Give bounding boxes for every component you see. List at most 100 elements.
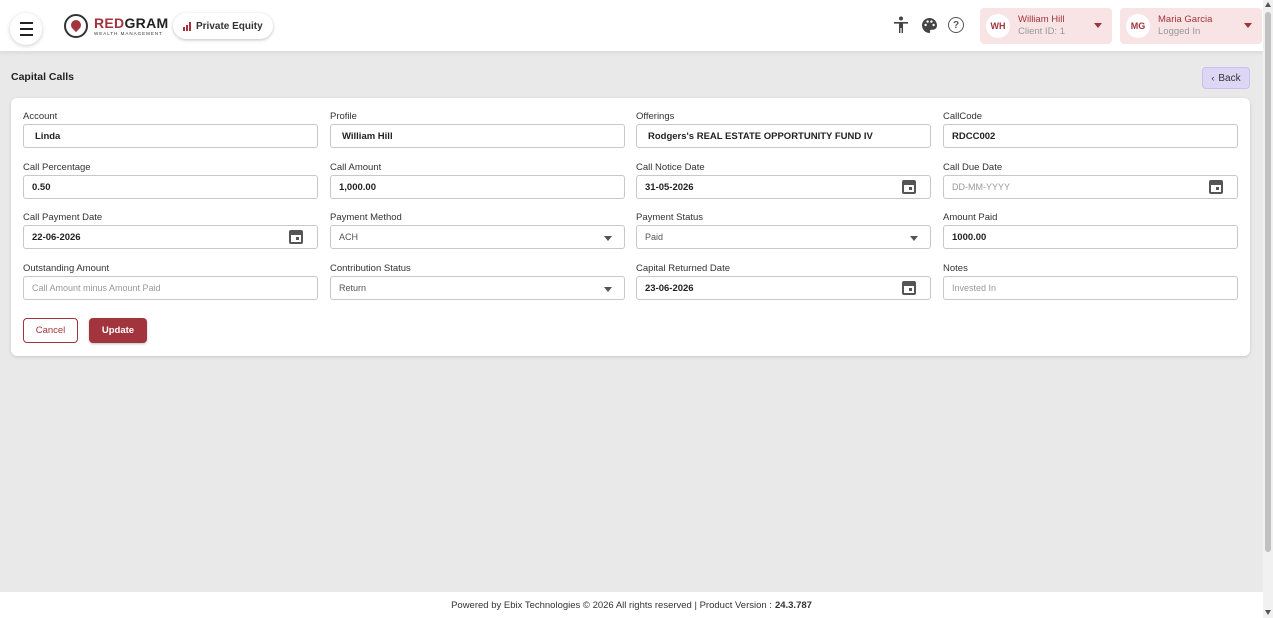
account-value: Linda	[35, 130, 61, 142]
offerings-input[interactable]: Rodgers's REAL ESTATE OPPORTUNITY FUND I…	[636, 124, 931, 148]
contribution-status-field: Contribution Status Return	[330, 262, 625, 300]
menu-button[interactable]	[10, 13, 42, 45]
offerings-field: Offerings Rodgers's REAL ESTATE OPPORTUN…	[636, 110, 931, 148]
product-version: 24.3.787	[774, 599, 812, 611]
help-icon[interactable]: ?	[946, 15, 966, 35]
account-label: Account	[23, 111, 58, 122]
call-amount-input[interactable]: 1,000.00	[330, 175, 625, 199]
cancel-button[interactable]: Cancel	[23, 318, 78, 343]
scroll-up-arrow-icon[interactable]	[1265, 2, 1271, 7]
calendar-icon[interactable]	[289, 230, 303, 244]
profile-value: William Hill	[342, 130, 393, 142]
account-field: Account Linda	[23, 110, 318, 148]
call-notice-date-value: 31-05-2026	[645, 181, 694, 193]
accessibility-icon[interactable]	[891, 15, 911, 35]
payment-method-value: ACH	[339, 232, 359, 242]
callcode-input[interactable]: RDCC002	[943, 124, 1238, 148]
logo-main-dark: GRAM	[124, 14, 169, 31]
caret-down-icon	[604, 236, 612, 241]
chevron-left-icon: ‹	[1211, 73, 1215, 83]
calendar-icon[interactable]	[1209, 180, 1223, 194]
callcode-field: CallCode RDCC002	[943, 110, 1238, 148]
top-header: REDGRAM WEALTH MANAGEMENT Private Equity…	[0, 0, 1263, 52]
call-due-date-label: Call Due Date	[943, 162, 1003, 173]
call-notice-date-label: Call Notice Date	[636, 162, 705, 173]
scrollbar-thumb[interactable]	[1265, 12, 1271, 552]
back-button[interactable]: ‹ Back	[1202, 67, 1250, 89]
notes-placeholder: Invested In	[952, 283, 997, 293]
payment-method-label: Payment Method	[330, 212, 402, 223]
contribution-status-select[interactable]: Return	[330, 276, 625, 300]
capital-call-form: Account Linda Profile William Hill Offer…	[11, 98, 1250, 356]
vertical-scrollbar[interactable]	[1263, 0, 1273, 618]
account-input[interactable]: Linda	[23, 124, 318, 148]
client-id: Client ID: 1	[1018, 26, 1065, 37]
capital-returned-date-field: Capital Returned Date 23-06-2026	[636, 262, 931, 300]
call-due-date-placeholder: DD-MM-YYYY	[952, 182, 1010, 192]
capital-returned-date-input[interactable]: 23-06-2026	[636, 276, 931, 300]
call-amount-field: Call Amount 1,000.00	[330, 161, 625, 199]
user-name: Maria Garcia	[1158, 14, 1213, 26]
payment-status-field: Payment Status Paid	[636, 211, 931, 249]
footer-text: Powered by Ebix Technologies © 2026 All …	[451, 599, 772, 611]
profile-field: Profile William Hill	[330, 110, 625, 148]
call-percentage-input[interactable]: 0.50	[23, 175, 318, 199]
contribution-status-label: Contribution Status	[330, 263, 411, 274]
logo-subtitle: WEALTH MANAGEMENT	[94, 30, 163, 36]
calendar-icon[interactable]	[902, 180, 916, 194]
scroll-down-arrow-icon[interactable]	[1265, 610, 1271, 615]
call-amount-label: Call Amount	[330, 162, 382, 173]
client-name: William Hill	[1018, 14, 1065, 26]
client-avatar: WH	[986, 14, 1010, 38]
call-percentage-field: Call Percentage 0.50	[23, 161, 318, 199]
contribution-status-value: Return	[339, 283, 367, 293]
brand-logo[interactable]: REDGRAM WEALTH MANAGEMENT	[64, 12, 168, 40]
call-payment-date-field: Call Payment Date 22-06-2026	[23, 211, 318, 249]
calendar-icon[interactable]	[902, 281, 916, 295]
palette-icon[interactable]	[919, 15, 939, 35]
notes-field: Notes Invested In	[943, 262, 1238, 300]
caret-down-icon	[1244, 23, 1252, 28]
module-switcher[interactable]: Private Equity	[173, 13, 273, 39]
call-notice-date-field: Call Notice Date 31-05-2026	[636, 161, 931, 199]
notes-input[interactable]: Invested In	[943, 276, 1238, 300]
call-notice-date-input[interactable]: 31-05-2026	[636, 175, 931, 199]
caret-down-icon	[1094, 23, 1102, 28]
outstanding-amount-field: Outstanding Amount Call Amount minus Amo…	[23, 262, 318, 300]
user-status: Logged In	[1158, 26, 1201, 37]
user-menu[interactable]: MG Maria Garcia Logged In	[1120, 8, 1262, 44]
call-percentage-label: Call Percentage	[23, 162, 91, 173]
module-label: Private Equity	[196, 20, 263, 32]
amount-paid-value: 1000.00	[952, 231, 987, 243]
capital-returned-date-label: Capital Returned Date	[636, 263, 730, 274]
payment-method-select[interactable]: ACH	[330, 225, 625, 249]
bar-chart-icon	[183, 21, 191, 31]
payment-method-field: Payment Method ACH	[330, 211, 625, 249]
amount-paid-label: Amount Paid	[943, 212, 998, 223]
page-title: Capital Calls	[11, 71, 75, 83]
back-label: Back	[1218, 72, 1241, 84]
payment-status-value: Paid	[645, 232, 664, 242]
call-amount-value: 1,000.00	[339, 181, 376, 193]
call-due-date-input[interactable]: DD-MM-YYYY	[943, 175, 1238, 199]
offerings-label: Offerings	[636, 111, 675, 122]
profile-input[interactable]: William Hill	[330, 124, 625, 148]
call-due-date-field: Call Due Date DD-MM-YYYY	[943, 161, 1238, 199]
amount-paid-input[interactable]: 1000.00	[943, 225, 1238, 249]
call-payment-date-value: 22-06-2026	[32, 231, 81, 243]
footer: Powered by Ebix Technologies © 2026 All …	[0, 592, 1263, 618]
caret-down-icon	[604, 287, 612, 292]
callcode-value: RDCC002	[952, 130, 996, 142]
caret-down-icon	[910, 236, 918, 241]
callcode-label: CallCode	[943, 111, 983, 122]
outstanding-amount-input[interactable]: Call Amount minus Amount Paid	[23, 276, 318, 300]
call-percentage-value: 0.50	[32, 181, 51, 193]
offerings-value: Rodgers's REAL ESTATE OPPORTUNITY FUND I…	[648, 130, 873, 142]
update-button[interactable]: Update	[89, 318, 147, 343]
logo-main-red: RED	[94, 14, 125, 31]
profile-label: Profile	[330, 111, 357, 122]
menu-icon	[19, 20, 33, 38]
call-payment-date-input[interactable]: 22-06-2026	[23, 225, 318, 249]
payment-status-select[interactable]: Paid	[636, 225, 931, 249]
client-selector[interactable]: WH William Hill Client ID: 1	[980, 8, 1112, 44]
